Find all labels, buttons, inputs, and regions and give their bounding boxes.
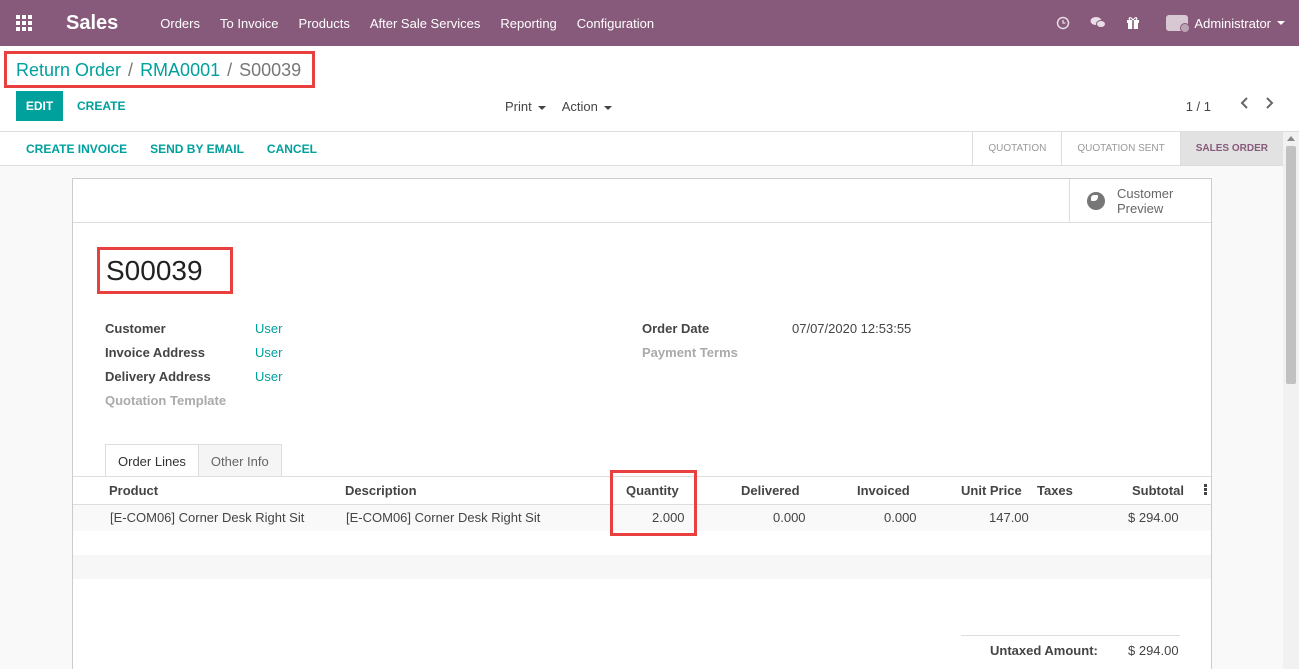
print-label: Print: [505, 99, 532, 114]
menu-after-sale-services[interactable]: After Sale Services: [360, 16, 491, 31]
stage-pipeline: QUOTATION QUOTATION SENT SALES ORDER: [972, 132, 1283, 165]
cell-delivered: 0.000: [773, 510, 806, 525]
caret-down-icon: [1277, 21, 1285, 25]
customer-value[interactable]: User: [255, 321, 282, 336]
payment-terms-label: Payment Terms: [642, 345, 738, 360]
invoice-address-value[interactable]: User: [255, 345, 282, 360]
stage-sales-order[interactable]: SALES ORDER: [1179, 132, 1283, 165]
cell-subtotal: $ 294.00: [1128, 510, 1179, 525]
cell-product: [E-COM06] Corner Desk Right Sit: [110, 510, 305, 525]
pager-value[interactable]: 1 / 1: [1186, 99, 1211, 114]
globe-icon: [1087, 192, 1105, 210]
highlight-box: [610, 470, 697, 536]
menu-configuration[interactable]: Configuration: [567, 16, 664, 31]
apps-menu-icon[interactable]: [16, 15, 32, 31]
untaxed-amount-value: $ 294.00: [1128, 643, 1179, 658]
menu-reporting[interactable]: Reporting: [490, 16, 566, 31]
status-bar: CREATE INVOICE SEND BY EMAIL CANCEL QUOT…: [0, 132, 1299, 166]
form-sheet: Customer Preview S00039 Customer User In…: [72, 178, 1212, 669]
menu-products[interactable]: Products: [289, 16, 360, 31]
order-date-value: 07/07/2020 12:53:55: [792, 321, 912, 336]
divider: [961, 635, 1180, 636]
edit-button[interactable]: EDIT: [16, 91, 63, 121]
untaxed-amount-label: Untaxed Amount:: [990, 643, 1098, 658]
customer-preview-label: Customer Preview: [1117, 186, 1173, 216]
create-button[interactable]: CREATE: [77, 99, 125, 113]
cell-invoiced: 0.000: [884, 510, 917, 525]
delivery-address-label: Delivery Address: [105, 369, 211, 384]
app-brand[interactable]: Sales: [66, 12, 118, 35]
tab-other-info[interactable]: Other Info: [198, 444, 282, 477]
invoice-address-label: Invoice Address: [105, 345, 205, 360]
chevron-left-icon[interactable]: [1239, 96, 1249, 113]
col-unit-price[interactable]: Unit Price: [961, 483, 1022, 498]
customer-preview-button[interactable]: Customer Preview: [1069, 179, 1211, 223]
customer-label: Customer: [105, 321, 166, 336]
empty-row: [73, 555, 1211, 579]
print-dropdown[interactable]: Print: [505, 99, 546, 114]
cancel-button[interactable]: CANCEL: [267, 142, 317, 156]
caret-down-icon: [537, 105, 546, 110]
main-menu: Orders To Invoice Products After Sale Se…: [150, 16, 664, 31]
action-dropdowns: Print Action: [505, 99, 628, 114]
caret-down-icon: [603, 105, 612, 110]
delivery-address-value[interactable]: User: [255, 369, 282, 384]
action-dropdown[interactable]: Action: [562, 99, 612, 114]
cell-unit-price: 147.00: [989, 510, 1029, 525]
preview-line-1: Customer: [1117, 186, 1174, 201]
stage-quotation-sent[interactable]: QUOTATION SENT: [1061, 132, 1179, 165]
notebook-tabs: Order Lines Other Info: [105, 444, 282, 477]
order-name: S00039: [106, 255, 203, 286]
user-name: Administrator: [1194, 15, 1271, 31]
create-invoice-button[interactable]: CREATE INVOICE: [26, 142, 127, 156]
tab-order-lines[interactable]: Order Lines: [105, 444, 199, 477]
page-scrollbar[interactable]: [1283, 132, 1299, 669]
navbar-right: Administrator: [1046, 0, 1299, 46]
col-taxes[interactable]: Taxes: [1037, 483, 1073, 498]
send-by-email-button[interactable]: SEND BY EMAIL: [150, 142, 244, 156]
avatar: [1166, 15, 1191, 33]
pager-nav: [1223, 96, 1275, 113]
gift-icon[interactable]: [1126, 16, 1140, 30]
action-label: Action: [561, 99, 598, 114]
top-navbar: Sales Orders To Invoice Products After S…: [0, 0, 1299, 46]
cell-description: [E-COM06] Corner Desk Right Sit: [346, 510, 541, 525]
stage-quotation[interactable]: QUOTATION: [972, 132, 1061, 165]
menu-to-invoice[interactable]: To Invoice: [210, 16, 289, 31]
column-options-icon[interactable]: [1204, 484, 1207, 496]
user-menu[interactable]: Administrator: [1166, 15, 1285, 33]
col-description[interactable]: Description: [345, 483, 417, 498]
col-delivered[interactable]: Delivered: [741, 483, 800, 498]
scroll-up-arrow-icon[interactable]: [1287, 136, 1295, 141]
col-subtotal[interactable]: Subtotal: [1132, 483, 1184, 498]
control-panel: Return Order / RMA0001 / S00039 EDIT CRE…: [0, 46, 1299, 132]
messages-chat-icon[interactable]: [1090, 16, 1107, 30]
menu-orders[interactable]: Orders: [150, 16, 210, 31]
col-invoiced[interactable]: Invoiced: [857, 483, 910, 498]
order-date-label: Order Date: [642, 321, 710, 336]
status-buttons: CREATE INVOICE SEND BY EMAIL CANCEL: [26, 142, 340, 156]
scroll-thumb[interactable]: [1286, 146, 1296, 384]
chevron-right-icon[interactable]: [1265, 96, 1275, 113]
highlight-box: [4, 51, 315, 88]
col-product[interactable]: Product: [109, 483, 158, 498]
activity-clock-icon[interactable]: [1056, 16, 1070, 30]
preview-line-2: Preview: [1117, 201, 1164, 216]
quotation-template-label: Quotation Template: [105, 393, 227, 408]
sheet-button-box: Customer Preview: [73, 179, 1211, 223]
